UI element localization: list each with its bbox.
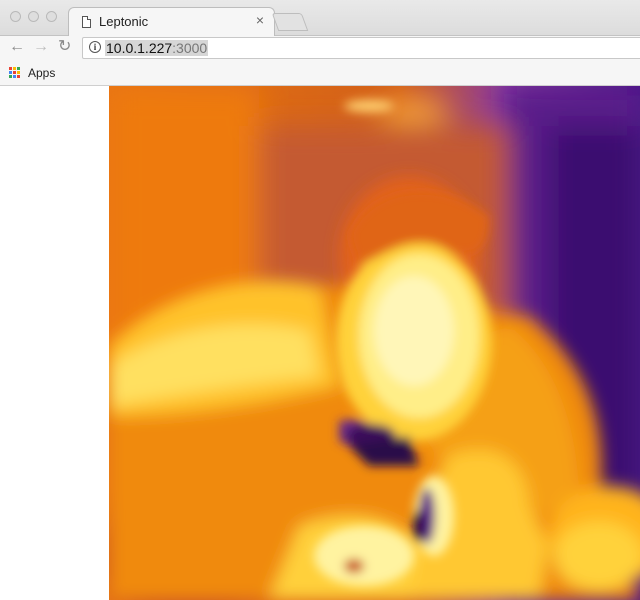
title-bar: Leptonic × [0, 0, 640, 37]
minimize-window-button[interactable] [28, 11, 39, 22]
reload-icon[interactable]: ↻ [58, 38, 71, 56]
zoom-window-button[interactable] [46, 11, 57, 22]
address-bar[interactable]: i 10.0.1.227:3000 [82, 37, 640, 59]
back-arrow-icon[interactable]: ← [9, 38, 25, 56]
page-content [0, 86, 640, 600]
apps-grid-icon[interactable] [9, 67, 21, 79]
url-text[interactable]: 10.0.1.227:3000 [105, 40, 209, 56]
info-icon[interactable]: i [89, 41, 101, 53]
bookmarks-bar: Apps [0, 61, 640, 86]
page-icon [82, 16, 91, 28]
forward-arrow-icon[interactable]: → [33, 38, 49, 56]
toolbar: ← → ↻ i 10.0.1.227:3000 [0, 36, 640, 61]
tab-title: Leptonic [99, 14, 149, 29]
browser-tab[interactable]: Leptonic × [68, 7, 275, 37]
thermal-image [109, 86, 640, 600]
tab-close-icon[interactable]: × [256, 13, 264, 27]
url-port: :3000 [172, 40, 208, 56]
browser-chrome: Leptonic × ← → ↻ i 10.0.1.227:3000 Apps [0, 0, 640, 86]
apps-bookmark[interactable]: Apps [28, 66, 55, 80]
close-window-button[interactable] [10, 11, 21, 22]
url-host: 10.0.1.227 [106, 40, 173, 56]
new-tab-button[interactable] [271, 13, 309, 31]
